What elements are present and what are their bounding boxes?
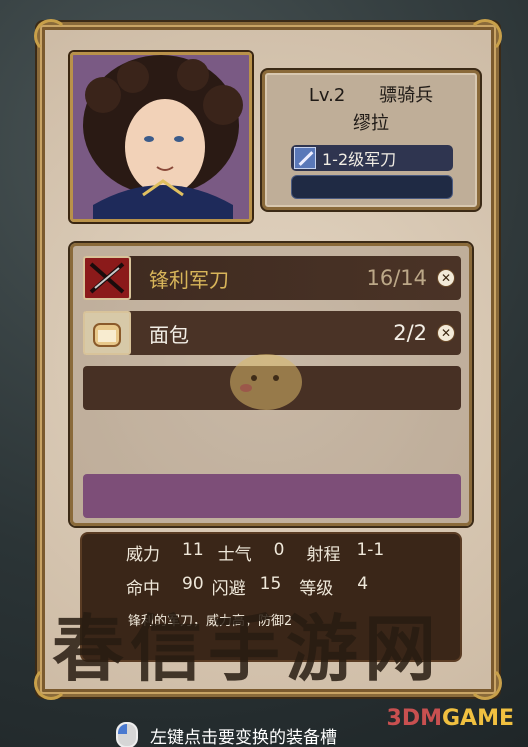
item-count: 16/14 bbox=[366, 266, 427, 290]
ornament-corner bbox=[468, 666, 502, 700]
discard-icon[interactable]: ✕ bbox=[437, 324, 455, 342]
unit-class: 骠骑兵 bbox=[379, 85, 434, 106]
hint-text: 左键点击要变换的装备槽 bbox=[150, 727, 337, 747]
ornament-corner bbox=[468, 19, 502, 53]
equipped-weapon-slot[interactable]: 1-2级军刀 bbox=[291, 145, 453, 171]
stats-row-1: 威力 11 士气 0 射程 1-1 bbox=[82, 540, 460, 565]
mascot-watermark bbox=[230, 354, 302, 410]
unit-portrait bbox=[70, 52, 252, 222]
equipped-weapon-label: 1-2级军刀 bbox=[322, 150, 397, 169]
ornament-corner bbox=[34, 19, 68, 53]
stat-label-morale: 士气 bbox=[217, 545, 252, 565]
control-hint: 左键点击要变换的装备槽 bbox=[116, 722, 337, 747]
item-name: 面包 bbox=[149, 322, 189, 347]
selected-slot-highlight[interactable] bbox=[83, 474, 461, 518]
stat-label-range: 射程 bbox=[306, 545, 341, 565]
inventory-slot-1[interactable]: 锋利军刀 16/14 ✕ bbox=[83, 256, 461, 300]
empty-equip-slot[interactable] bbox=[291, 175, 453, 199]
logo-part-b: GAME bbox=[441, 706, 514, 731]
unit-name: 缪拉 bbox=[353, 113, 389, 134]
logo-part-a: 3DM bbox=[386, 706, 442, 731]
unit-info-box: Lv.2 骠骑兵 缪拉 1-2级军刀 bbox=[262, 70, 480, 210]
stat-label-power: 威力 bbox=[126, 545, 160, 565]
discard-icon[interactable]: ✕ bbox=[437, 269, 455, 287]
sword-icon bbox=[294, 147, 316, 169]
mouse-left-click-icon bbox=[116, 722, 138, 747]
3dm-logo: 3DMGAME bbox=[387, 706, 514, 731]
item-count: 2/2 bbox=[393, 321, 427, 345]
game-scene: Lv.2 骠骑兵 缪拉 1-2级军刀 锋利军刀 16/14 ✕ 面包 2/2 ✕… bbox=[0, 0, 528, 747]
stat-value-morale: 0 bbox=[273, 540, 285, 560]
stat-value-power: 11 bbox=[182, 540, 204, 560]
bread-icon bbox=[83, 311, 131, 355]
unit-level: Lv.2 bbox=[308, 85, 346, 106]
broken-sword-icon bbox=[83, 256, 131, 300]
level-class-line: Lv.2 骠骑兵 bbox=[265, 81, 477, 107]
site-watermark: 春信手游网 bbox=[52, 607, 443, 691]
stat-value-range: 1-1 bbox=[356, 540, 385, 560]
item-name: 锋利军刀 bbox=[149, 267, 229, 292]
